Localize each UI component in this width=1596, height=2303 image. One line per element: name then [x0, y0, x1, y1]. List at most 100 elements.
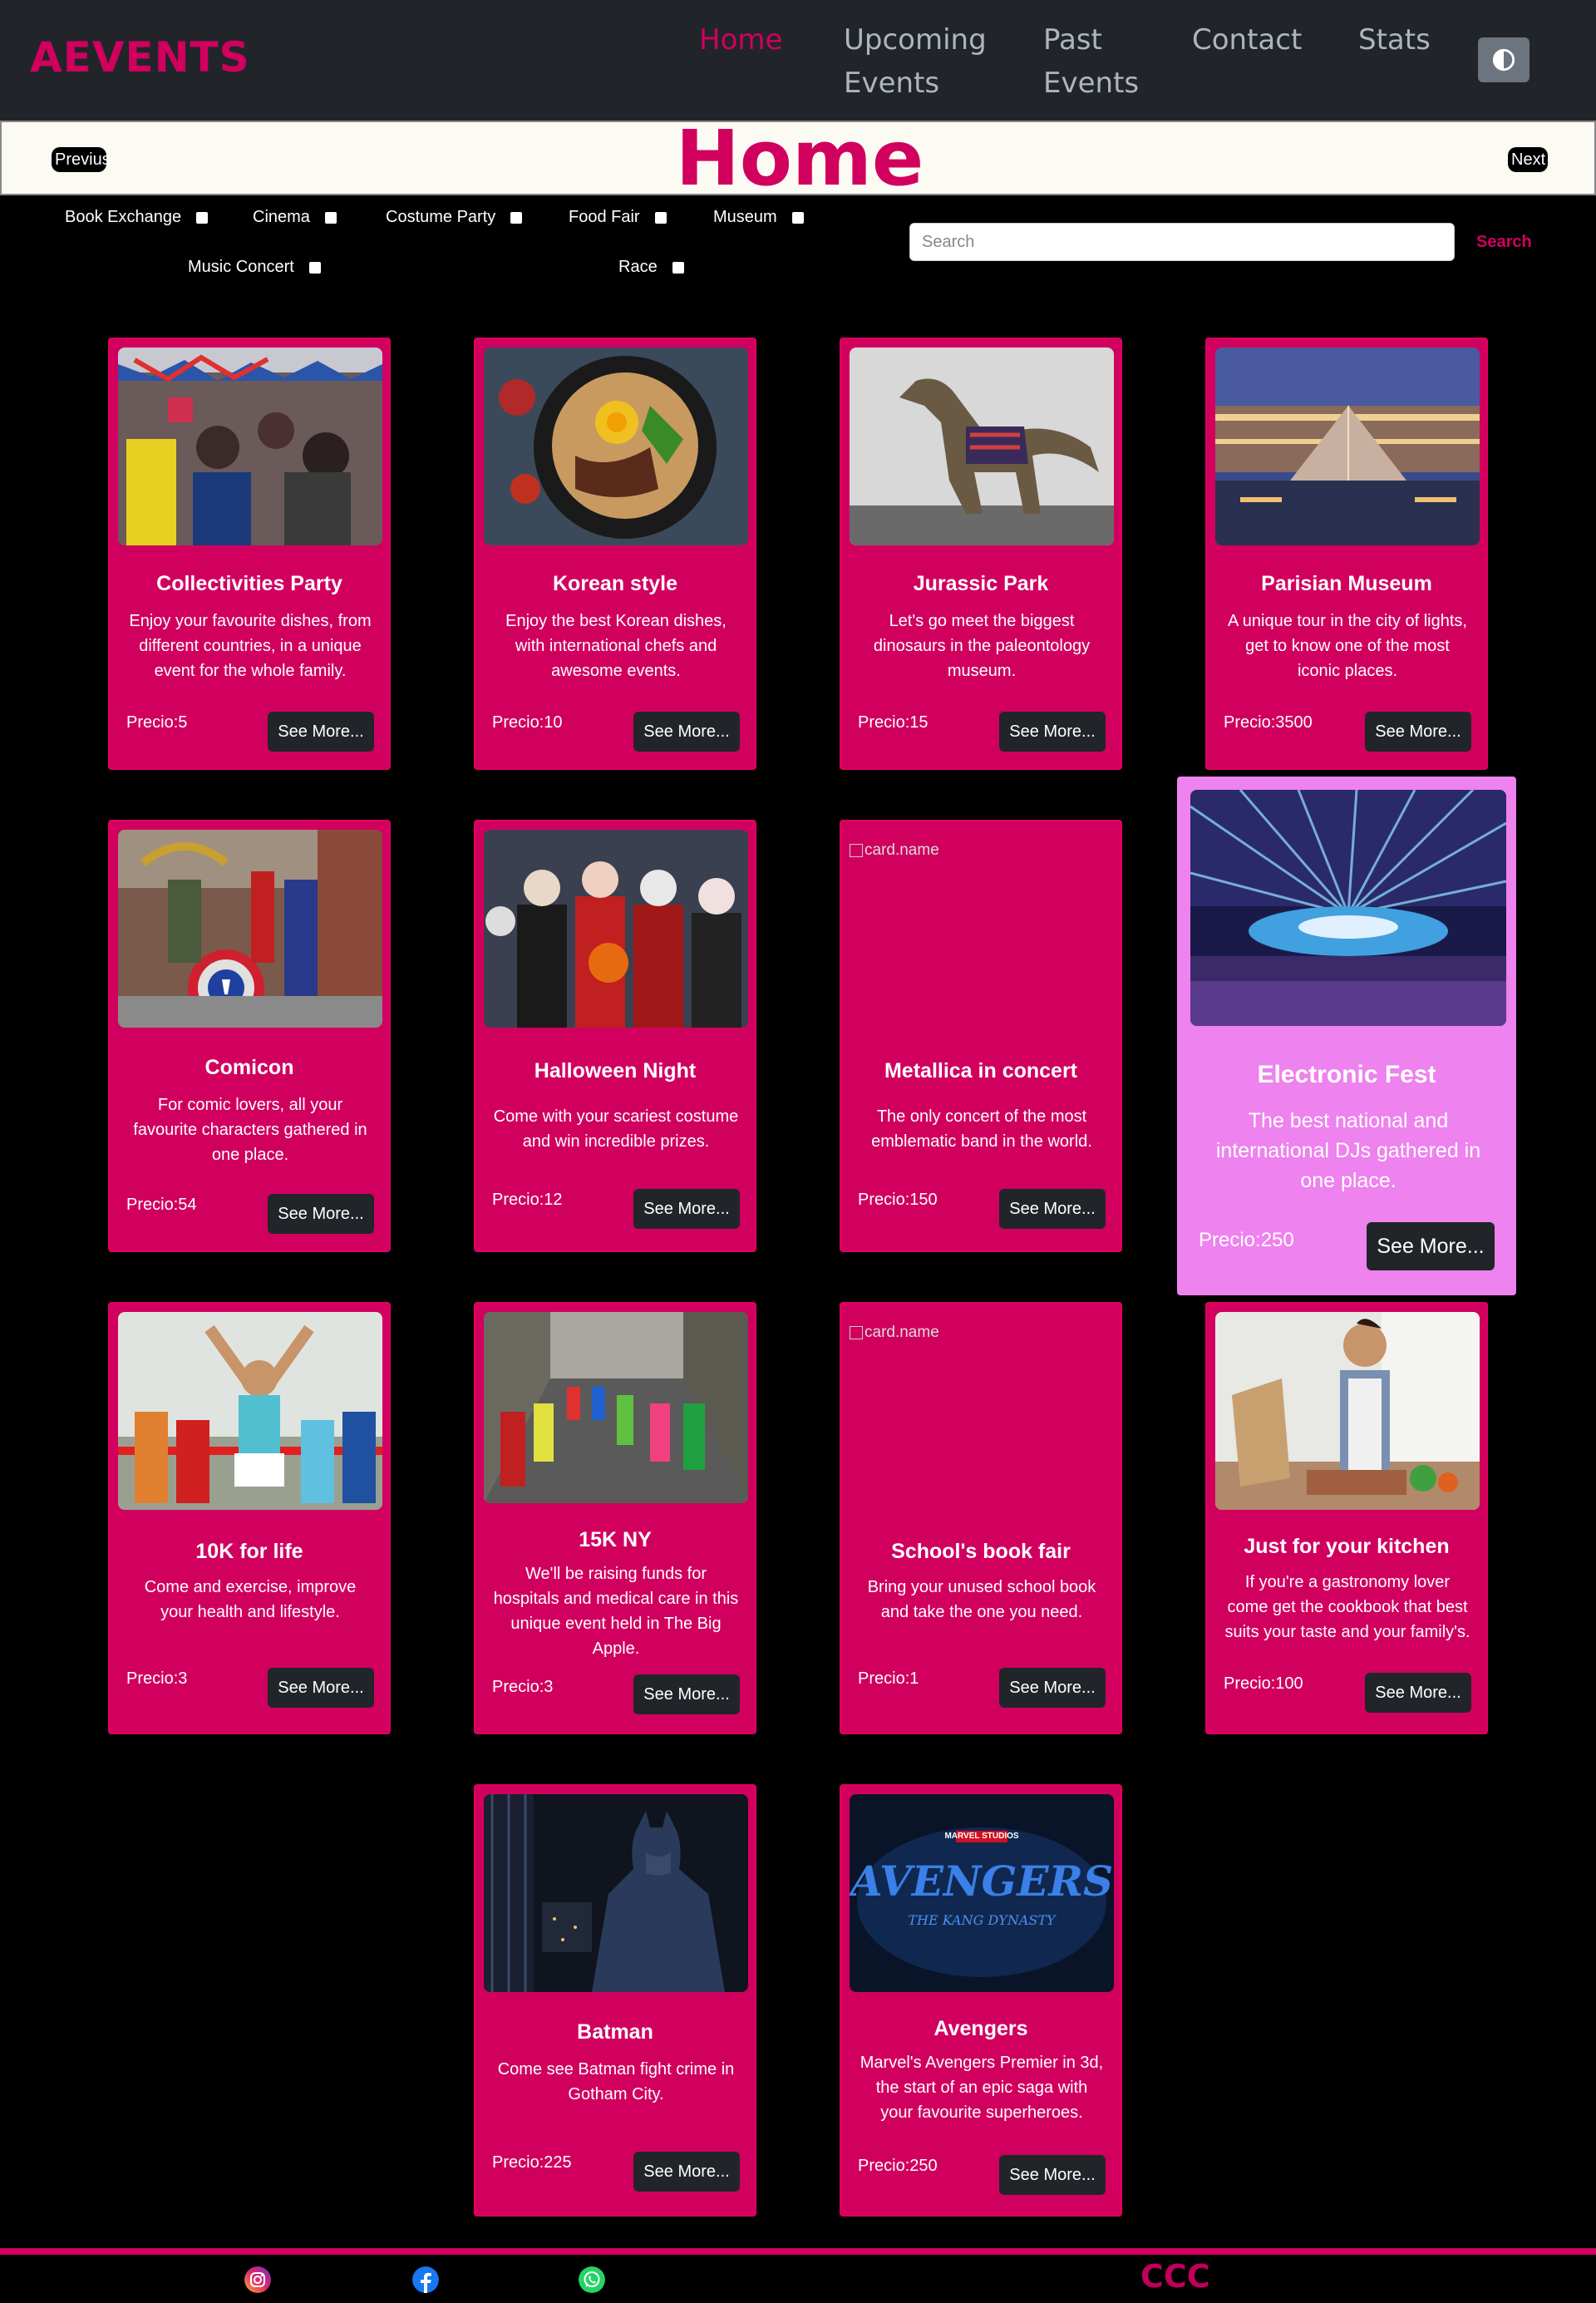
event-title: Collectivities Party	[156, 572, 342, 595]
instagram-icon[interactable]	[244, 2266, 271, 2293]
event-card: MARVEL STUDIOS AVENGERS THE KANG DYNASTY…	[840, 1784, 1122, 2217]
event-card: Comicon For comic lovers, all your favou…	[108, 820, 391, 1252]
event-description: We'll be raising funds for hospitals and…	[493, 1565, 739, 1658]
event-description: A unique tour in the city of lights, get…	[1228, 612, 1467, 680]
event-image: card.name	[850, 830, 1114, 1028]
nav-past-events[interactable]: Past Events	[1043, 18, 1139, 105]
checkbox[interactable]	[308, 261, 321, 274]
see-more-button[interactable]: See More...	[633, 712, 740, 752]
event-description: Come with your scariest costume and win …	[493, 1107, 739, 1151]
footer-divider	[0, 2248, 1596, 2255]
facebook-icon[interactable]	[412, 2266, 439, 2293]
nav-contact[interactable]: Contact	[1192, 18, 1302, 62]
checkbox[interactable]	[324, 211, 337, 224]
see-more-button[interactable]: See More...	[999, 1189, 1106, 1229]
event-image	[1190, 790, 1506, 1026]
checkbox[interactable]	[510, 211, 523, 224]
poster-subtitle-text: THE KANG DYNASTY	[908, 1912, 1056, 1928]
event-description: Marvel's Avengers Premier in 3d, the sta…	[860, 2054, 1104, 2122]
filter-cinema[interactable]: Cinema	[253, 208, 337, 227]
event-price: Precio:250	[858, 2157, 938, 2175]
event-title: Electronic Fest	[1257, 1061, 1436, 1088]
event-card: 10K for life Come and exercise, improve …	[108, 1302, 391, 1734]
see-more-button[interactable]: See More...	[999, 2155, 1106, 2195]
page-title: Home	[675, 114, 924, 203]
event-card: card.name Metallica in concert The only …	[840, 820, 1122, 1252]
event-title: Batman	[577, 2020, 653, 2044]
search-button[interactable]: Search	[1476, 233, 1532, 252]
event-image	[118, 830, 382, 1028]
event-image	[118, 348, 382, 545]
checkbox[interactable]	[672, 261, 684, 274]
event-image: MARVEL STUDIOS AVENGERS THE KANG DYNASTY	[850, 1794, 1114, 1992]
see-more-button[interactable]: See More...	[268, 1668, 374, 1708]
footer-brand: CCC	[1140, 2258, 1210, 2295]
broken-image-icon	[850, 1326, 863, 1339]
event-description: Enjoy the best Korean dishes, with inter…	[505, 612, 727, 680]
whatsapp-icon[interactable]	[579, 2266, 605, 2293]
see-more-button[interactable]: See More...	[268, 712, 374, 752]
filter-food-fair[interactable]: Food Fair	[569, 208, 667, 227]
filter-book-exchange[interactable]: Book Exchange	[65, 208, 209, 227]
event-price: Precio:225	[492, 2153, 572, 2172]
brand-logo[interactable]: AEVENTS	[30, 33, 250, 81]
next-button[interactable]: Next	[1508, 147, 1548, 172]
event-title: Korean style	[552, 572, 678, 595]
event-image	[484, 830, 748, 1028]
event-price: Precio:5	[126, 713, 188, 732]
see-more-button[interactable]: See More...	[1367, 1222, 1495, 1270]
see-more-button[interactable]: See More...	[633, 1674, 740, 1714]
event-price: Precio:100	[1224, 1674, 1303, 1693]
see-more-button[interactable]: See More...	[1365, 712, 1471, 752]
logo-mark: A	[30, 33, 63, 81]
event-title: Just for your kitchen	[1244, 1535, 1450, 1558]
filter-museum[interactable]: Museum	[713, 208, 804, 227]
checkbox[interactable]	[791, 211, 804, 224]
event-image	[118, 1312, 382, 1510]
event-image	[484, 348, 748, 545]
search-input[interactable]	[909, 223, 1455, 261]
event-image	[1215, 1312, 1480, 1510]
event-card: Halloween Night Come with your scariest …	[474, 820, 756, 1252]
see-more-button[interactable]: See More...	[1365, 1673, 1471, 1713]
event-image: card.name	[850, 1312, 1114, 1510]
contrast-icon	[1492, 48, 1515, 72]
see-more-button[interactable]: See More...	[999, 712, 1106, 752]
see-more-button[interactable]: See More...	[633, 1189, 740, 1229]
event-price: Precio:54	[126, 1196, 197, 1214]
filter-race[interactable]: Race	[618, 258, 684, 277]
event-card: Jurassic Park Let's go meet the biggest …	[840, 338, 1122, 770]
event-card: Batman Come see Batman fight crime in Go…	[474, 1784, 756, 2217]
poster-title-text: AVENGERS	[850, 1857, 1114, 1906]
nav-home[interactable]: Home	[699, 18, 782, 62]
see-more-button[interactable]: See More...	[633, 2152, 740, 2192]
checkbox[interactable]	[196, 211, 209, 224]
event-price: Precio:3500	[1224, 713, 1313, 732]
page-header: Previus Home Next	[0, 117, 1596, 200]
filter-music-concert[interactable]: Music Concert	[188, 258, 321, 277]
theme-toggle-button[interactable]	[1478, 37, 1530, 82]
footer	[0, 2255, 1596, 2303]
nav-upcoming-events[interactable]: Upcoming Events	[844, 18, 987, 105]
broken-image-icon	[850, 844, 863, 857]
event-price: Precio:15	[858, 713, 929, 732]
see-more-button[interactable]: See More...	[999, 1668, 1106, 1708]
event-image	[484, 1312, 748, 1503]
filter-costume-party[interactable]: Costume Party	[386, 208, 523, 227]
see-more-button[interactable]: See More...	[268, 1194, 374, 1234]
event-description: Bring your unused school book and take t…	[867, 1578, 1096, 1621]
event-price: Precio:250	[1199, 1229, 1294, 1251]
event-card: Collectivities Party Enjoy your favourit…	[108, 338, 391, 770]
event-card: 15K NY We'll be raising funds for hospit…	[474, 1302, 756, 1734]
event-description: Come see Batman fight crime in Gotham Ci…	[497, 2060, 735, 2103]
event-price: Precio:3	[126, 1669, 188, 1688]
event-price: Precio:10	[492, 713, 563, 732]
event-title: Jurassic Park	[913, 572, 1049, 595]
event-price: Precio:150	[858, 1191, 938, 1209]
event-description: Come and exercise, improve your health a…	[144, 1578, 357, 1621]
event-description: If you're a gastronomy lover come get th…	[1224, 1573, 1470, 1641]
event-card-hovered: Electronic Fest The best national and in…	[1177, 777, 1516, 1295]
nav-stats[interactable]: Stats	[1358, 18, 1431, 62]
event-title: Halloween Night	[534, 1059, 697, 1082]
checkbox[interactable]	[654, 211, 667, 224]
